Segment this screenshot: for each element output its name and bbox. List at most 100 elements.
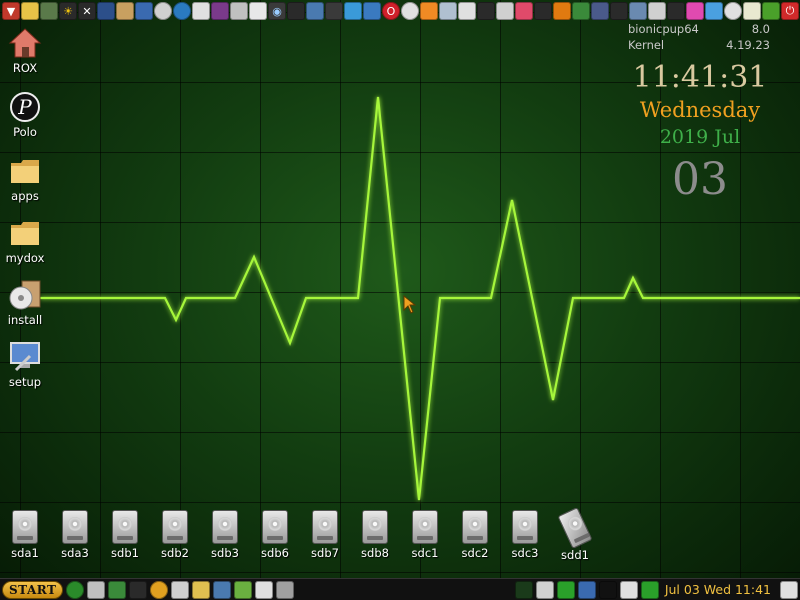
settings-icon[interactable]	[477, 2, 495, 20]
drive-sdc3[interactable]: sdc3	[500, 510, 550, 560]
drive-sda3[interactable]: sda3	[50, 510, 100, 560]
appearance-icon[interactable]	[40, 2, 58, 20]
chess-icon[interactable]	[116, 2, 134, 20]
camera-icon[interactable]	[496, 2, 514, 20]
kodi-icon[interactable]	[344, 2, 362, 20]
desktop-icon-mydox[interactable]: mydox	[2, 216, 48, 265]
calculator-icon[interactable]	[515, 2, 533, 20]
window-icon[interactable]	[743, 2, 761, 20]
edit-icon[interactable]	[192, 580, 211, 599]
keyboard-icon[interactable]	[249, 2, 267, 20]
game-icon[interactable]	[325, 2, 343, 20]
drive-label: sdc2	[461, 546, 489, 560]
start-button[interactable]: START	[2, 580, 64, 599]
desktop-icon-label: setup	[8, 375, 42, 389]
globe-icon[interactable]	[401, 2, 419, 20]
hard-drive-icon	[312, 510, 338, 544]
drive-sdc1[interactable]: sdc1	[400, 510, 450, 560]
network-status-icon[interactable]	[577, 580, 596, 599]
wifi-icon[interactable]	[598, 580, 617, 599]
wifi-icon[interactable]: ◉	[268, 2, 286, 20]
taskbar: START Jul 03 Wed 11:41	[0, 578, 800, 600]
drive-sdb3[interactable]: sdb3	[200, 510, 250, 560]
rss-icon[interactable]	[420, 2, 438, 20]
drive-sdb2[interactable]: sdb2	[150, 510, 200, 560]
tools-icon[interactable]: ✕	[78, 2, 96, 20]
gear-icon[interactable]	[150, 580, 169, 599]
document-icon[interactable]	[211, 2, 229, 20]
usb-icon[interactable]	[591, 2, 609, 20]
power-icon[interactable]	[66, 580, 85, 599]
shield-icon[interactable]	[306, 2, 324, 20]
mixer-icon[interactable]	[667, 2, 685, 20]
sun-icon[interactable]: ☀	[59, 2, 77, 20]
drive-sdc2[interactable]: sdc2	[450, 510, 500, 560]
clock-icon[interactable]	[724, 2, 742, 20]
desktop-icon-label: apps	[11, 189, 39, 203]
theme-icon[interactable]	[686, 2, 704, 20]
desktop-icon-polo[interactable]: P Polo	[2, 90, 48, 139]
grid-icon[interactable]	[255, 580, 274, 599]
desktop-icon-apps[interactable]: apps	[2, 154, 48, 203]
drive-sdb8[interactable]: sdb8	[350, 510, 400, 560]
opera-icon[interactable]: O	[382, 2, 400, 20]
download-icon[interactable]	[534, 2, 552, 20]
drive-sda1[interactable]: sda1	[0, 510, 50, 560]
calculator-icon[interactable]	[213, 580, 232, 599]
power-icon[interactable]: ⏻	[781, 2, 799, 20]
network-icon[interactable]	[287, 2, 305, 20]
home-icon	[8, 26, 42, 60]
desktop-icon-rox[interactable]: ROX	[2, 26, 48, 75]
hat-icon[interactable]	[553, 2, 571, 20]
email-icon[interactable]	[363, 2, 381, 20]
drive-icon[interactable]	[230, 2, 248, 20]
monitor-setup-icon	[8, 340, 42, 374]
hard-drive-icon	[462, 510, 488, 544]
color-picker-icon[interactable]	[705, 2, 723, 20]
pointer-icon[interactable]	[610, 2, 628, 20]
paint-icon[interactable]	[234, 580, 253, 599]
temperature-icon[interactable]	[619, 580, 638, 599]
drive-sdb7[interactable]: sdb7	[300, 510, 350, 560]
search-icon[interactable]	[129, 580, 148, 599]
files-icon[interactable]	[87, 580, 106, 599]
taskbar-clock[interactable]: Jul 03 Wed 11:41	[665, 582, 771, 597]
image-viewer-icon[interactable]	[439, 2, 457, 20]
terminal-icon[interactable]	[192, 2, 210, 20]
drive-sdd1[interactable]: sdd1	[550, 507, 600, 562]
text-editor-icon[interactable]	[458, 2, 476, 20]
puzzle-icon[interactable]	[762, 2, 780, 20]
hard-drive-icon	[262, 510, 288, 544]
speaker-icon[interactable]	[780, 580, 798, 599]
drive-label: sdb1	[111, 546, 139, 560]
drive-sdb6[interactable]: sdb6	[250, 510, 300, 560]
video-icon[interactable]	[572, 2, 590, 20]
battery-icon[interactable]	[556, 580, 575, 599]
svg-text:P: P	[17, 95, 32, 119]
disc-icon[interactable]	[154, 2, 172, 20]
shutdown-menu-icon[interactable]: ▼	[2, 2, 20, 20]
save-icon[interactable]	[97, 2, 115, 20]
screen-icon[interactable]	[629, 2, 647, 20]
drive-sdb1[interactable]: sdb1	[100, 510, 150, 560]
notes-icon[interactable]	[21, 2, 39, 20]
drive-label: sda3	[61, 546, 89, 560]
drive-label: sdc3	[511, 546, 539, 560]
shield-check-icon[interactable]	[640, 580, 659, 599]
system-info-panel: bionicpup64 8.0 Kernel 4.19.23	[628, 22, 770, 54]
eraser-icon[interactable]	[276, 580, 295, 599]
map-icon[interactable]	[108, 580, 127, 599]
hard-drive-icon	[12, 510, 38, 544]
drive-label: sdb8	[361, 546, 389, 560]
drive-label: sdb2	[161, 546, 189, 560]
hard-drive-icon	[162, 510, 188, 544]
desktop-icon-setup[interactable]: setup	[2, 340, 48, 389]
desktop-icon-label: install	[7, 313, 43, 327]
desktop-icon-label: mydox	[5, 251, 45, 265]
package-icon[interactable]	[135, 2, 153, 20]
desktop-icon-install[interactable]: install	[2, 278, 48, 327]
browser-icon[interactable]	[173, 2, 191, 20]
hard-drive-icon	[412, 510, 438, 544]
chart-icon[interactable]	[648, 2, 666, 20]
monitor-icon[interactable]	[171, 580, 190, 599]
